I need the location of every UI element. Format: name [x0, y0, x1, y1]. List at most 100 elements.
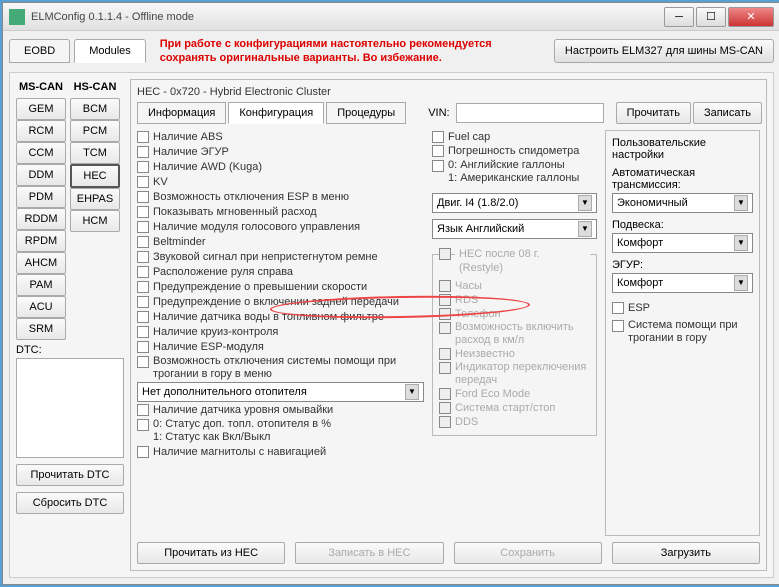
vin-label: VIN: — [428, 107, 449, 119]
module-rcm[interactable]: RCM — [16, 120, 66, 142]
checkbox[interactable] — [137, 419, 149, 431]
susp-label: Подвеска: — [612, 219, 753, 231]
app-window: ELMConfig 0.1.1.4 - Offline mode ─ ☐ ✕ E… — [2, 2, 779, 585]
checkbox[interactable] — [137, 236, 149, 248]
egur-select[interactable]: Комфорт▼ — [612, 273, 753, 293]
language-select[interactable]: Язык Английский▼ — [432, 219, 597, 239]
vin-input[interactable] — [456, 103, 604, 123]
module-srm[interactable]: SRM — [16, 318, 66, 340]
heater-select[interactable]: Нет дополнительного отопителя▼ — [137, 382, 424, 402]
close-button[interactable]: ✕ — [728, 7, 774, 27]
checkbox[interactable] — [137, 266, 149, 278]
checkbox-label: Наличие круиз-контроля — [153, 325, 278, 339]
checkbox — [439, 402, 451, 414]
reset-dtc-button[interactable]: Сбросить DTC — [16, 492, 124, 514]
checkbox[interactable] — [137, 326, 149, 338]
module-gem[interactable]: GEM — [16, 98, 66, 120]
read-hec-button[interactable]: Прочитать из HEC — [137, 542, 285, 564]
chevron-down-icon: ▼ — [734, 275, 748, 291]
module-pcm[interactable]: PCM — [70, 120, 120, 142]
chevron-down-icon: ▼ — [578, 195, 592, 211]
tab-eobd[interactable]: EOBD — [9, 39, 70, 63]
trans-select[interactable]: Экономичный▼ — [612, 193, 753, 213]
checkbox — [439, 416, 451, 428]
checkbox[interactable] — [137, 341, 149, 353]
checkbox — [439, 322, 451, 334]
app-icon — [9, 9, 25, 25]
checkbox-label: DDS — [455, 415, 478, 429]
checkbox[interactable] — [137, 356, 149, 368]
checkbox[interactable] — [137, 161, 149, 173]
module-pdm[interactable]: PDM — [16, 186, 66, 208]
load-button[interactable]: Загрузить — [612, 542, 760, 564]
esp-checkbox[interactable] — [612, 302, 624, 314]
module-ahcm[interactable]: AHCM — [16, 252, 66, 274]
checkbox[interactable] — [137, 146, 149, 158]
checkbox[interactable] — [137, 446, 149, 458]
panel-tab-proc[interactable]: Процедуры — [326, 102, 406, 124]
checkbox-label: 0: Статус доп. топл. отопителя в % 1: Ст… — [153, 418, 331, 444]
checkbox-label: Возможность отключения ESP в меню — [153, 190, 349, 204]
engine-select[interactable]: Двиг. I4 (1.8/2.0)▼ — [432, 193, 597, 213]
checkbox[interactable] — [432, 145, 444, 157]
checkbox-label: Звуковой сигнал при непристегнутом ремне — [153, 250, 378, 264]
read-dtc-button[interactable]: Прочитать DTC — [16, 464, 124, 486]
gallons-checkbox[interactable] — [432, 160, 444, 172]
tab-modules[interactable]: Modules — [74, 39, 146, 63]
gallons-label: 0: Английские галлоны 1: Американские га… — [448, 159, 579, 185]
chevron-down-icon: ▼ — [405, 384, 419, 400]
checkbox-label: Наличие датчика уровня омывайки — [153, 403, 333, 417]
checkbox-label: Наличие магнитолы с навигацией — [153, 445, 326, 459]
read-button[interactable]: Прочитать — [616, 102, 691, 124]
checkbox-label: Погрешность спидометра — [448, 144, 579, 158]
module-ehpas[interactable]: EHPAS — [70, 188, 120, 210]
write-button[interactable]: Записать — [693, 102, 762, 124]
minimize-button[interactable]: ─ — [664, 7, 694, 27]
module-hec[interactable]: HEC — [70, 164, 120, 188]
configure-elm-button[interactable]: Настроить ELM327 для шины MS-CAN — [554, 39, 774, 63]
checkbox — [439, 308, 451, 320]
checkbox[interactable] — [137, 311, 149, 323]
susp-select[interactable]: Комфорт▼ — [612, 233, 753, 253]
module-tcm[interactable]: TCM — [70, 142, 120, 164]
checkbox-label: Наличие модуля голосового управления — [153, 220, 360, 234]
checkbox — [439, 362, 451, 374]
checkbox-label: Возможность отключения системы помощи пр… — [153, 355, 424, 381]
mscan-column: MS-CAN GEMRCMCCMDDMPDMRDDMRPDMAHCMPAMACU… — [16, 79, 66, 340]
hscan-column: HS-CAN BCMPCMTCMHECEHPASHCM — [70, 79, 120, 340]
write-hec-button[interactable]: Записать в HEC — [295, 542, 443, 564]
dtc-textbox[interactable] — [16, 358, 124, 458]
checkbox[interactable] — [137, 251, 149, 263]
module-ddm[interactable]: DDM — [16, 164, 66, 186]
module-rddm[interactable]: RDDM — [16, 208, 66, 230]
module-hcm[interactable]: HCM — [70, 210, 120, 232]
checkbox — [439, 294, 451, 306]
checkbox[interactable] — [432, 131, 444, 143]
module-ccm[interactable]: CCM — [16, 142, 66, 164]
chevron-down-icon: ▼ — [734, 195, 748, 211]
hill-checkbox[interactable] — [612, 320, 624, 332]
checkbox[interactable] — [137, 191, 149, 203]
module-acu[interactable]: ACU — [16, 296, 66, 318]
dtc-label: DTC: — [16, 344, 124, 356]
module-bcm[interactable]: BCM — [70, 98, 120, 120]
checkbox[interactable] — [137, 131, 149, 143]
checkbox[interactable] — [137, 296, 149, 308]
checkbox-label: Расположение руля справа — [153, 265, 293, 279]
restyle-checkbox[interactable] — [439, 248, 451, 260]
checkbox — [439, 388, 451, 400]
save-button[interactable]: Сохранить — [454, 542, 602, 564]
module-pam[interactable]: PAM — [16, 274, 66, 296]
checkbox[interactable] — [137, 404, 149, 416]
checkbox-label: KV — [153, 175, 168, 189]
panel-tab-config[interactable]: Конфигурация — [228, 102, 324, 124]
checkbox[interactable] — [137, 221, 149, 233]
warning-text: При работе с конфигурациями настоятельно… — [150, 37, 550, 66]
maximize-button[interactable]: ☐ — [696, 7, 726, 27]
panel-tab-info[interactable]: Информация — [137, 102, 226, 124]
checkbox[interactable] — [137, 281, 149, 293]
checkbox[interactable] — [137, 206, 149, 218]
module-rpdm[interactable]: RPDM — [16, 230, 66, 252]
checkbox-label: Неизвестно — [455, 347, 515, 361]
checkbox[interactable] — [137, 176, 149, 188]
